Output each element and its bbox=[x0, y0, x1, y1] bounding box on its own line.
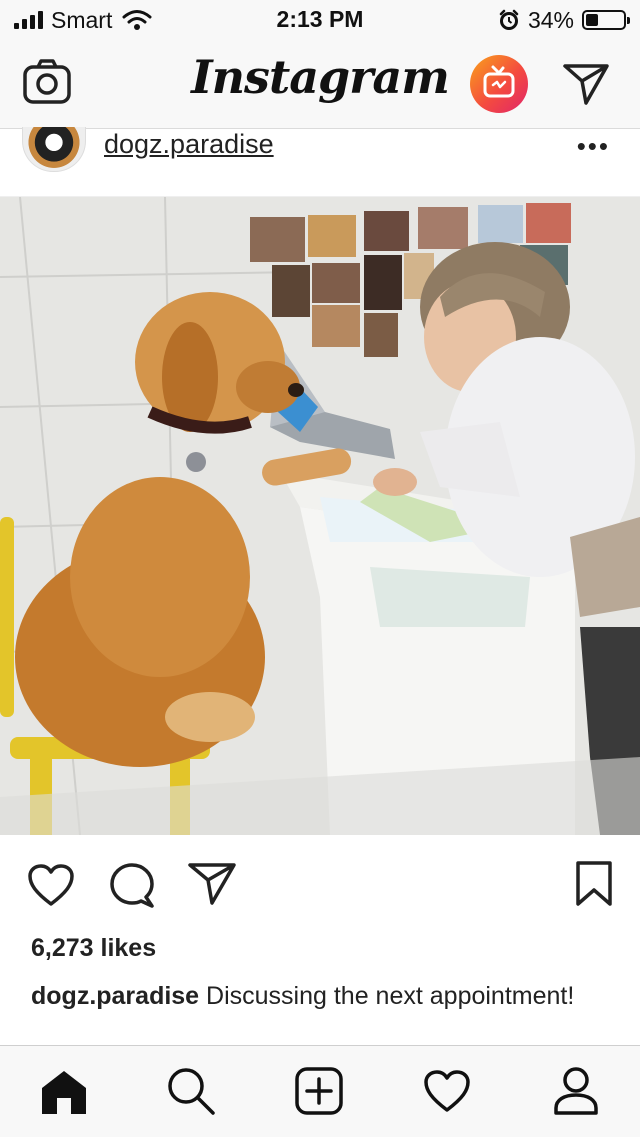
status-bar: Smart 2:13 PM 34% bbox=[0, 0, 640, 40]
search-icon[interactable] bbox=[166, 1066, 216, 1116]
post-caption: dogz.paradise Discussing the next appoin… bbox=[31, 980, 611, 1012]
more-options-icon[interactable]: ••• bbox=[577, 131, 610, 162]
alarm-icon bbox=[499, 9, 519, 30]
bottom-tab-bar bbox=[0, 1045, 640, 1137]
like-heart-icon[interactable] bbox=[27, 863, 75, 907]
activity-icon[interactable] bbox=[423, 1069, 471, 1113]
status-right: 34% bbox=[498, 6, 630, 34]
igtv-icon[interactable] bbox=[469, 54, 529, 114]
app-title: Instagram bbox=[191, 50, 450, 104]
post-photo-illustration bbox=[0, 197, 640, 835]
battery-icon bbox=[582, 10, 630, 30]
caption-username[interactable]: dogz.paradise bbox=[31, 982, 199, 1010]
profile-icon[interactable] bbox=[552, 1066, 600, 1116]
likes-count[interactable]: 6,273 likes bbox=[31, 934, 156, 963]
share-icon[interactable] bbox=[187, 862, 237, 906]
post-actions bbox=[0, 836, 640, 936]
home-icon[interactable] bbox=[39, 1068, 89, 1116]
post-photo[interactable] bbox=[0, 197, 640, 835]
new-post-icon[interactable] bbox=[294, 1066, 344, 1116]
top-nav: Instagram bbox=[0, 40, 640, 129]
direct-message-icon[interactable] bbox=[562, 62, 610, 106]
battery-percent: 34% bbox=[527, 6, 574, 33]
caption-text: Discussing the next appointment! bbox=[199, 982, 575, 1010]
bookmark-icon[interactable] bbox=[574, 860, 614, 908]
post-header: dogz.paradise ••• bbox=[0, 127, 640, 197]
post-username[interactable]: dogz.paradise bbox=[104, 129, 274, 160]
avatar[interactable] bbox=[22, 127, 86, 172]
comment-icon[interactable] bbox=[108, 861, 156, 909]
